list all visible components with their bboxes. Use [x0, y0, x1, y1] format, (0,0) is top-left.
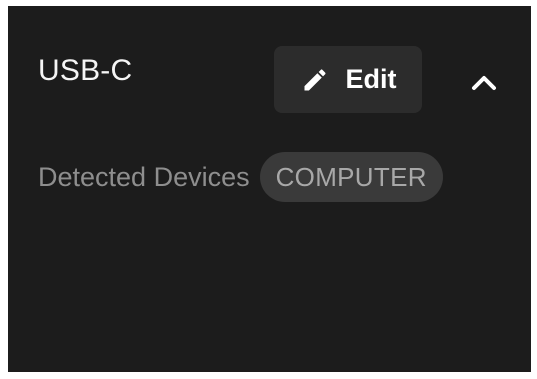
- usb-c-section-panel: USB-C Edit Detected Devices COMPUTER: [8, 6, 531, 372]
- detected-devices-row: Detected Devices COMPUTER: [38, 152, 443, 202]
- edit-button-label: Edit: [345, 64, 397, 94]
- device-chip-computer: COMPUTER: [259, 152, 443, 202]
- edit-button[interactable]: Edit: [274, 46, 422, 113]
- chevron-up-icon: [471, 73, 497, 96]
- detected-devices-label: Detected Devices: [38, 161, 250, 192]
- pencil-icon: [300, 65, 330, 95]
- section-title: USB-C: [38, 54, 133, 87]
- collapse-button[interactable]: [464, 64, 504, 104]
